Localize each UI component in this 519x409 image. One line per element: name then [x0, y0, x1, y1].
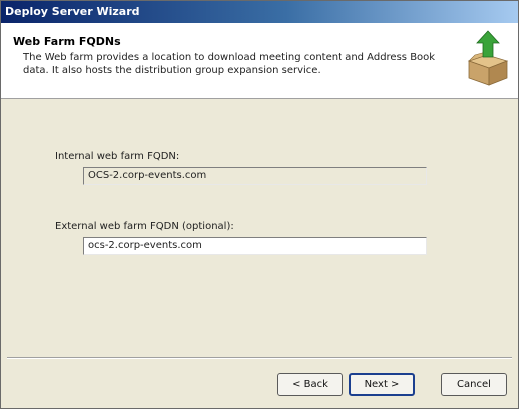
box-with-green-arrow-icon: [467, 30, 509, 86]
wizard-window: Deploy Server Wizard Web Farm FQDNs The …: [0, 0, 519, 409]
wizard-header: Web Farm FQDNs The Web farm provides a l…: [1, 23, 518, 99]
back-button[interactable]: < Back: [277, 373, 343, 396]
external-fqdn-label: External web farm FQDN (optional):: [55, 221, 234, 232]
title-bar[interactable]: Deploy Server Wizard: [1, 1, 518, 23]
page-title: Web Farm FQDNs: [13, 35, 121, 48]
page-description: The Web farm provides a location to down…: [23, 52, 436, 76]
next-button[interactable]: Next >: [349, 373, 415, 396]
internal-fqdn-field: OCS-2.corp-events.com: [83, 167, 427, 185]
external-fqdn-input[interactable]: ocs-2.corp-events.com: [83, 237, 427, 255]
cancel-button[interactable]: Cancel: [441, 373, 507, 396]
internal-fqdn-label: Internal web farm FQDN:: [55, 151, 180, 162]
footer-divider: [7, 357, 512, 359]
wizard-body: Internal web farm FQDN: OCS-2.corp-event…: [1, 99, 518, 357]
